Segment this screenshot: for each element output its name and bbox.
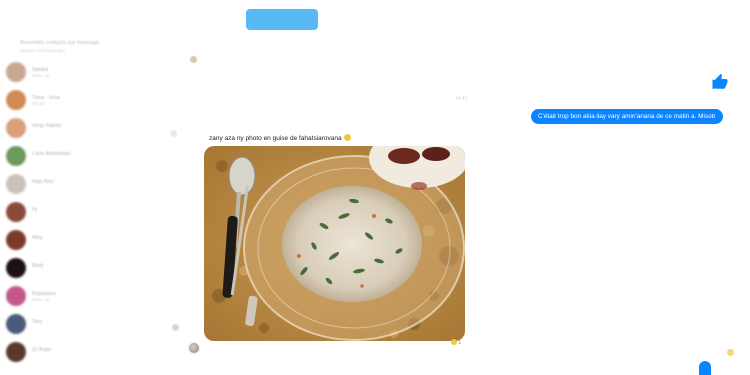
composer-like-button[interactable] (699, 361, 711, 375)
thumbs-up-icon[interactable] (711, 73, 729, 91)
conversation-snippet: 20 déc (32, 101, 46, 106)
avatar (6, 258, 26, 278)
conversation-item[interactable]: Tsiry (6, 314, 176, 334)
sidebar-header-sub: Envoyé via Messenger (20, 48, 66, 53)
conversation-name: Zo Rabe (32, 347, 52, 353)
sent-message-bubble[interactable]: C'était trop bon akia ilay vary amin'ana… (531, 109, 723, 124)
sender-avatar[interactable] (188, 342, 200, 354)
conversation-item[interactable]: Rojoniaina Vous: ok (6, 286, 176, 306)
read-receipt-avatar (172, 324, 179, 331)
conversation-item[interactable]: Haja Rivo (6, 174, 176, 194)
avatar (6, 286, 26, 306)
reaction-count: 1 (458, 340, 462, 346)
conversation-item[interactable]: Lucie Andriamaro (6, 146, 176, 166)
reaction-emoji-icon (451, 339, 457, 345)
conversation-name: Haja Rivo (32, 179, 54, 185)
avatar (6, 202, 26, 222)
conversation-name: Hery (32, 235, 43, 241)
conversation-item[interactable]: Tiana · Vous 20 déc (6, 90, 176, 110)
shared-food-photo[interactable] (204, 146, 465, 341)
avatar (6, 342, 26, 362)
avatar (6, 62, 26, 82)
read-receipt-avatar (190, 56, 197, 63)
conversation-item[interactable]: Fy (6, 202, 176, 222)
conversation-item[interactable]: Vonjy Rakoto (6, 118, 176, 138)
conversation-name: Vonjy Rakoto (32, 123, 62, 129)
conversation-name: Lucie Andriamaro (32, 151, 71, 157)
conversation-item[interactable]: Zo Rabe (6, 342, 176, 362)
avatar (6, 118, 26, 138)
smiley-emoji-icon (343, 134, 351, 141)
avatar (6, 90, 26, 110)
conversation-name: Fy (32, 207, 38, 213)
avatar (6, 230, 26, 250)
avatar (6, 314, 26, 334)
avatar (6, 146, 26, 166)
top-action-button[interactable] (246, 9, 318, 30)
sidebar-header-title: Nouvelles contacts sur message (20, 40, 100, 46)
message-timestamp: 14:41 (455, 96, 468, 102)
conversation-item[interactable]: Sandra Vous: ok (6, 62, 176, 82)
message-reaction[interactable]: 1 (451, 339, 461, 346)
read-receipt-avatar (170, 130, 177, 137)
conversation-sidebar: Nouvelles contacts sur message Envoyé vi… (0, 0, 190, 375)
seen-emoji-icon (727, 349, 734, 356)
conversation-snippet: Vous: ok (32, 297, 50, 302)
sidebar-header: Nouvelles contacts sur message Envoyé vi… (20, 40, 170, 53)
avatar (6, 174, 26, 194)
photo-caption-text: zany aza ny photo en guise de fahatsiaro… (209, 135, 342, 142)
conversation-snippet: Vous: ok (32, 73, 50, 78)
photo-caption: zany aza ny photo en guise de fahatsiaro… (209, 134, 351, 142)
conversation-name: Mialy (32, 263, 44, 269)
conversation-item[interactable]: Mialy (6, 258, 176, 278)
conversation-item[interactable]: Hery (6, 230, 176, 250)
conversation-name: Tsiry (32, 319, 43, 325)
